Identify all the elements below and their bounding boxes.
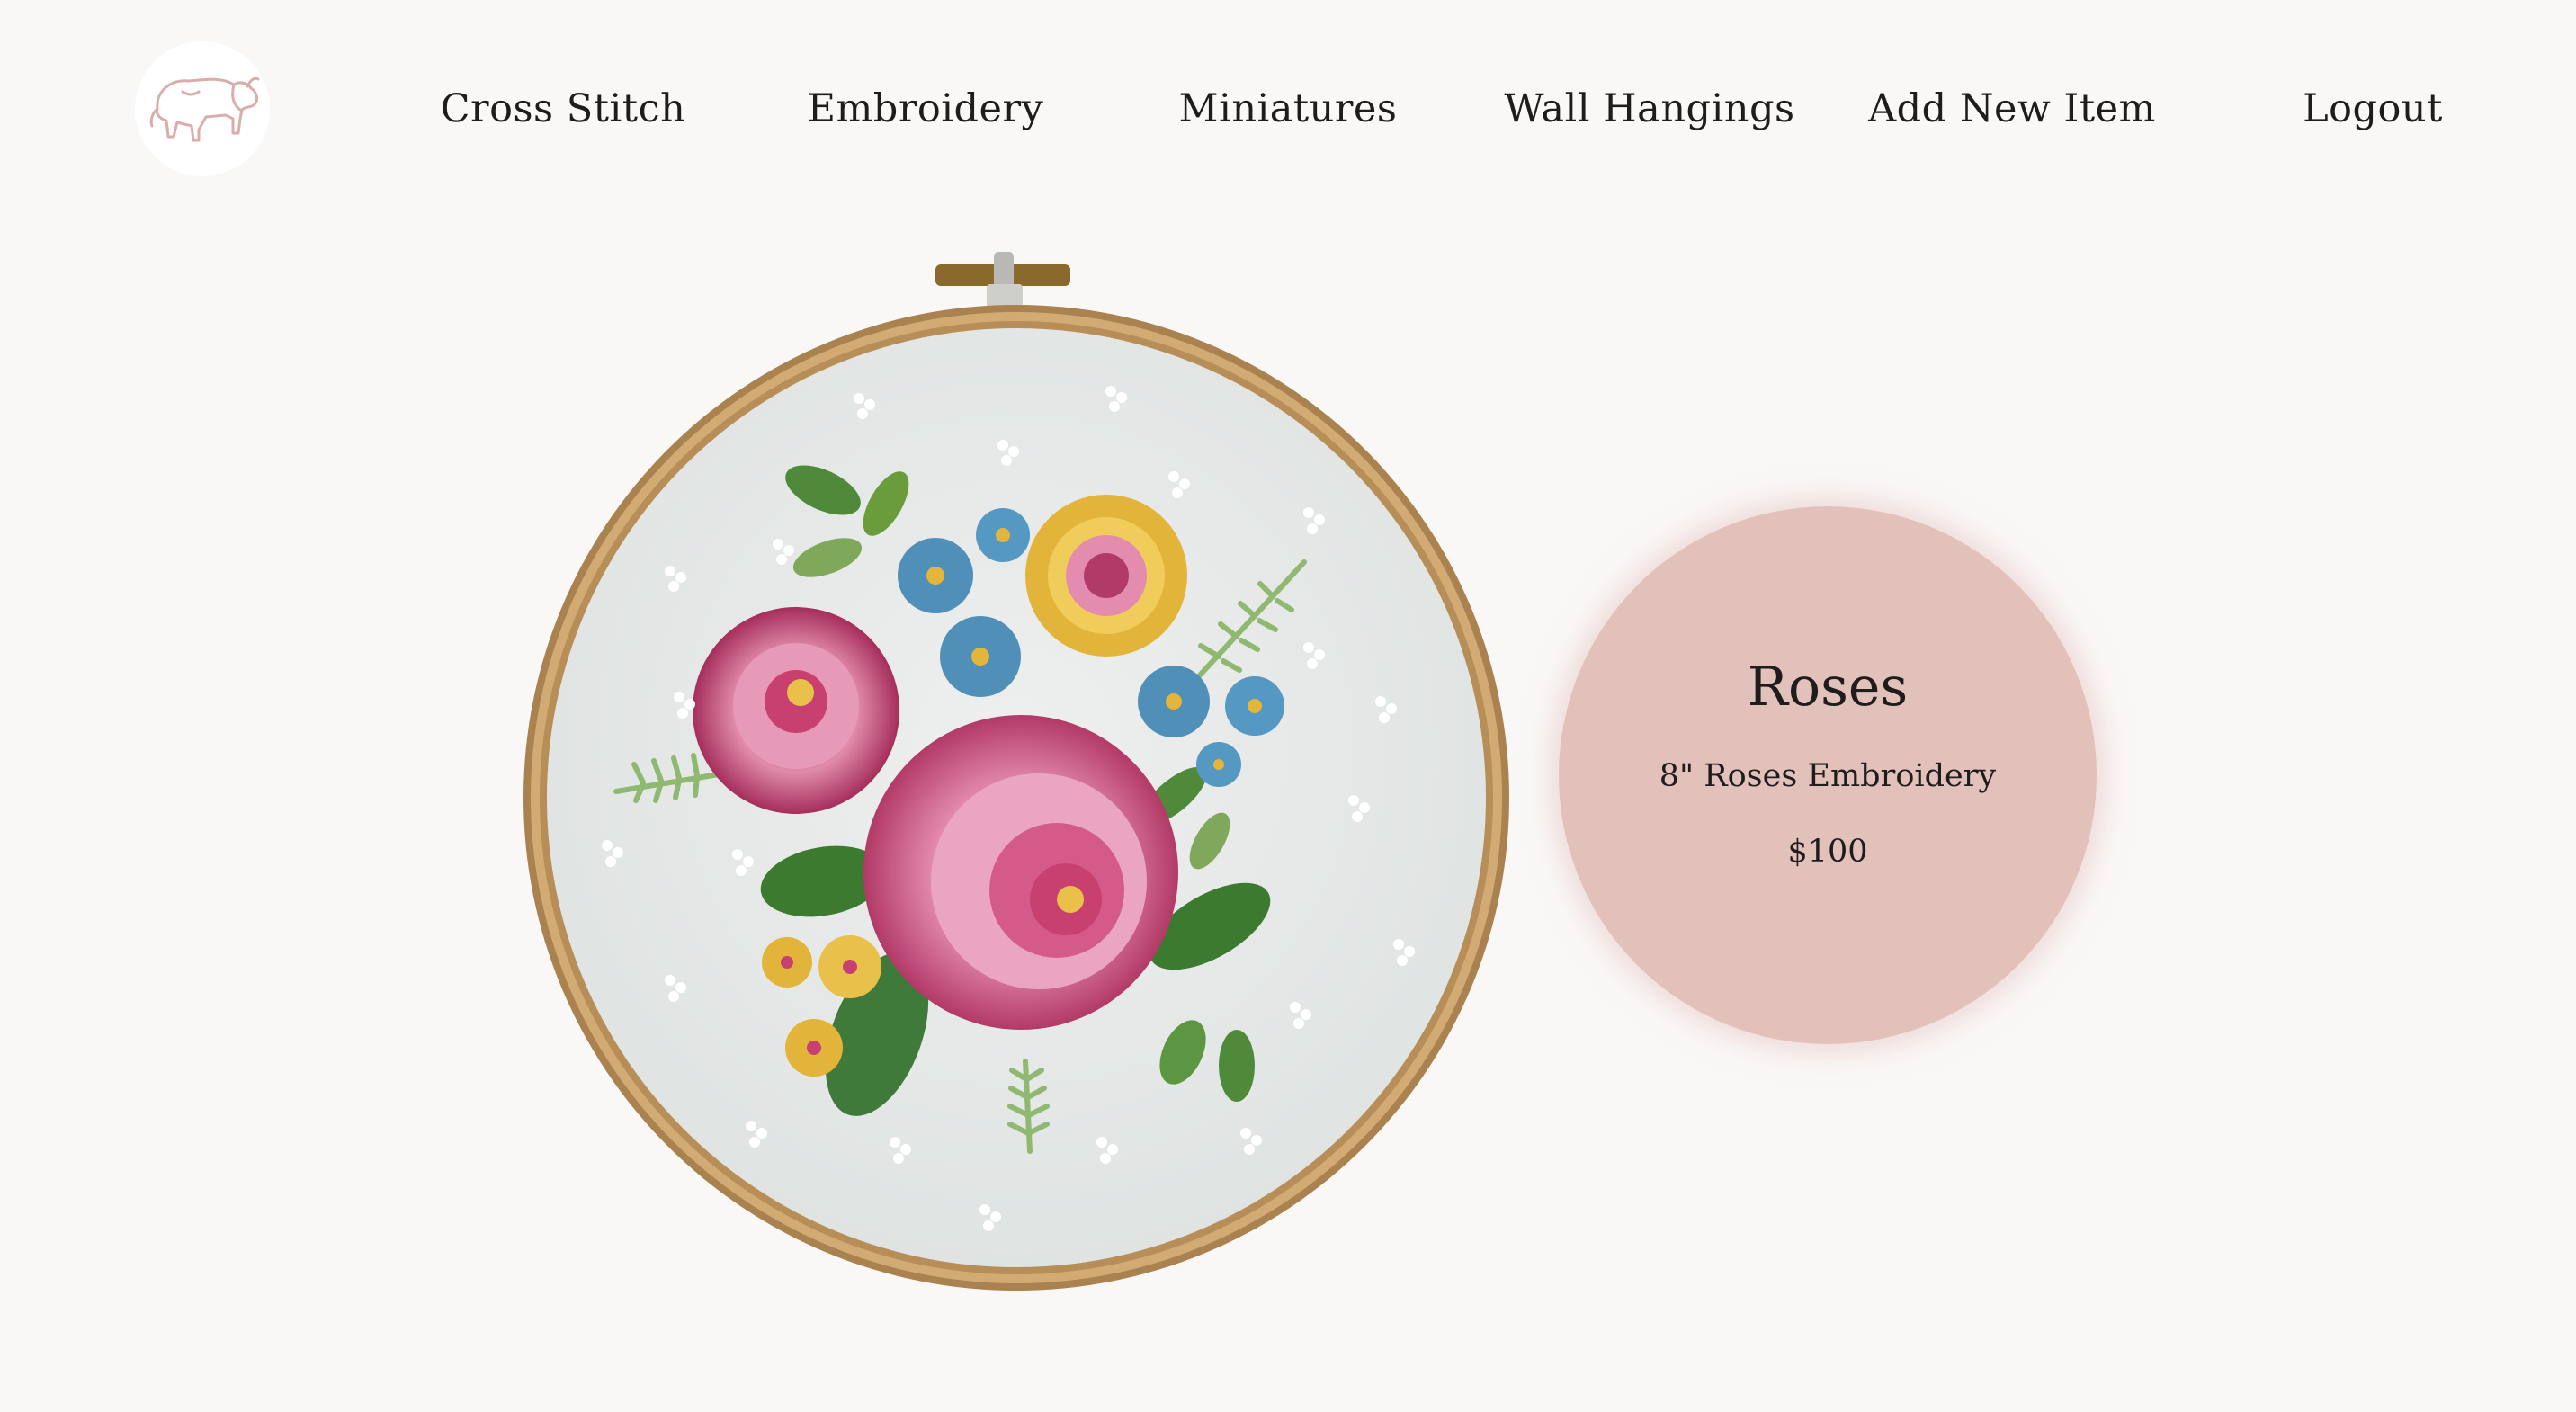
nav-embroidery[interactable]: Embroidery — [808, 86, 1044, 131]
nav-wall-hangings[interactable]: Wall Hangings — [1504, 86, 1794, 131]
logo[interactable] — [135, 41, 270, 176]
nav-logout[interactable]: Logout — [2303, 86, 2443, 131]
item-price: $100 — [1787, 834, 1868, 870]
bison-icon — [149, 76, 260, 142]
item-title: Roses — [1747, 656, 1909, 719]
product-image[interactable] — [517, 252, 1516, 1295]
item-description: 8" Roses Embroidery — [1659, 758, 1997, 794]
item-info-card: Roses 8" Roses Embroidery $100 — [1559, 506, 2097, 1044]
nav-cross-stitch[interactable]: Cross Stitch — [441, 86, 686, 131]
nav-miniatures[interactable]: Miniatures — [1179, 86, 1398, 131]
nav-add-new-item[interactable]: Add New Item — [1868, 86, 2156, 131]
